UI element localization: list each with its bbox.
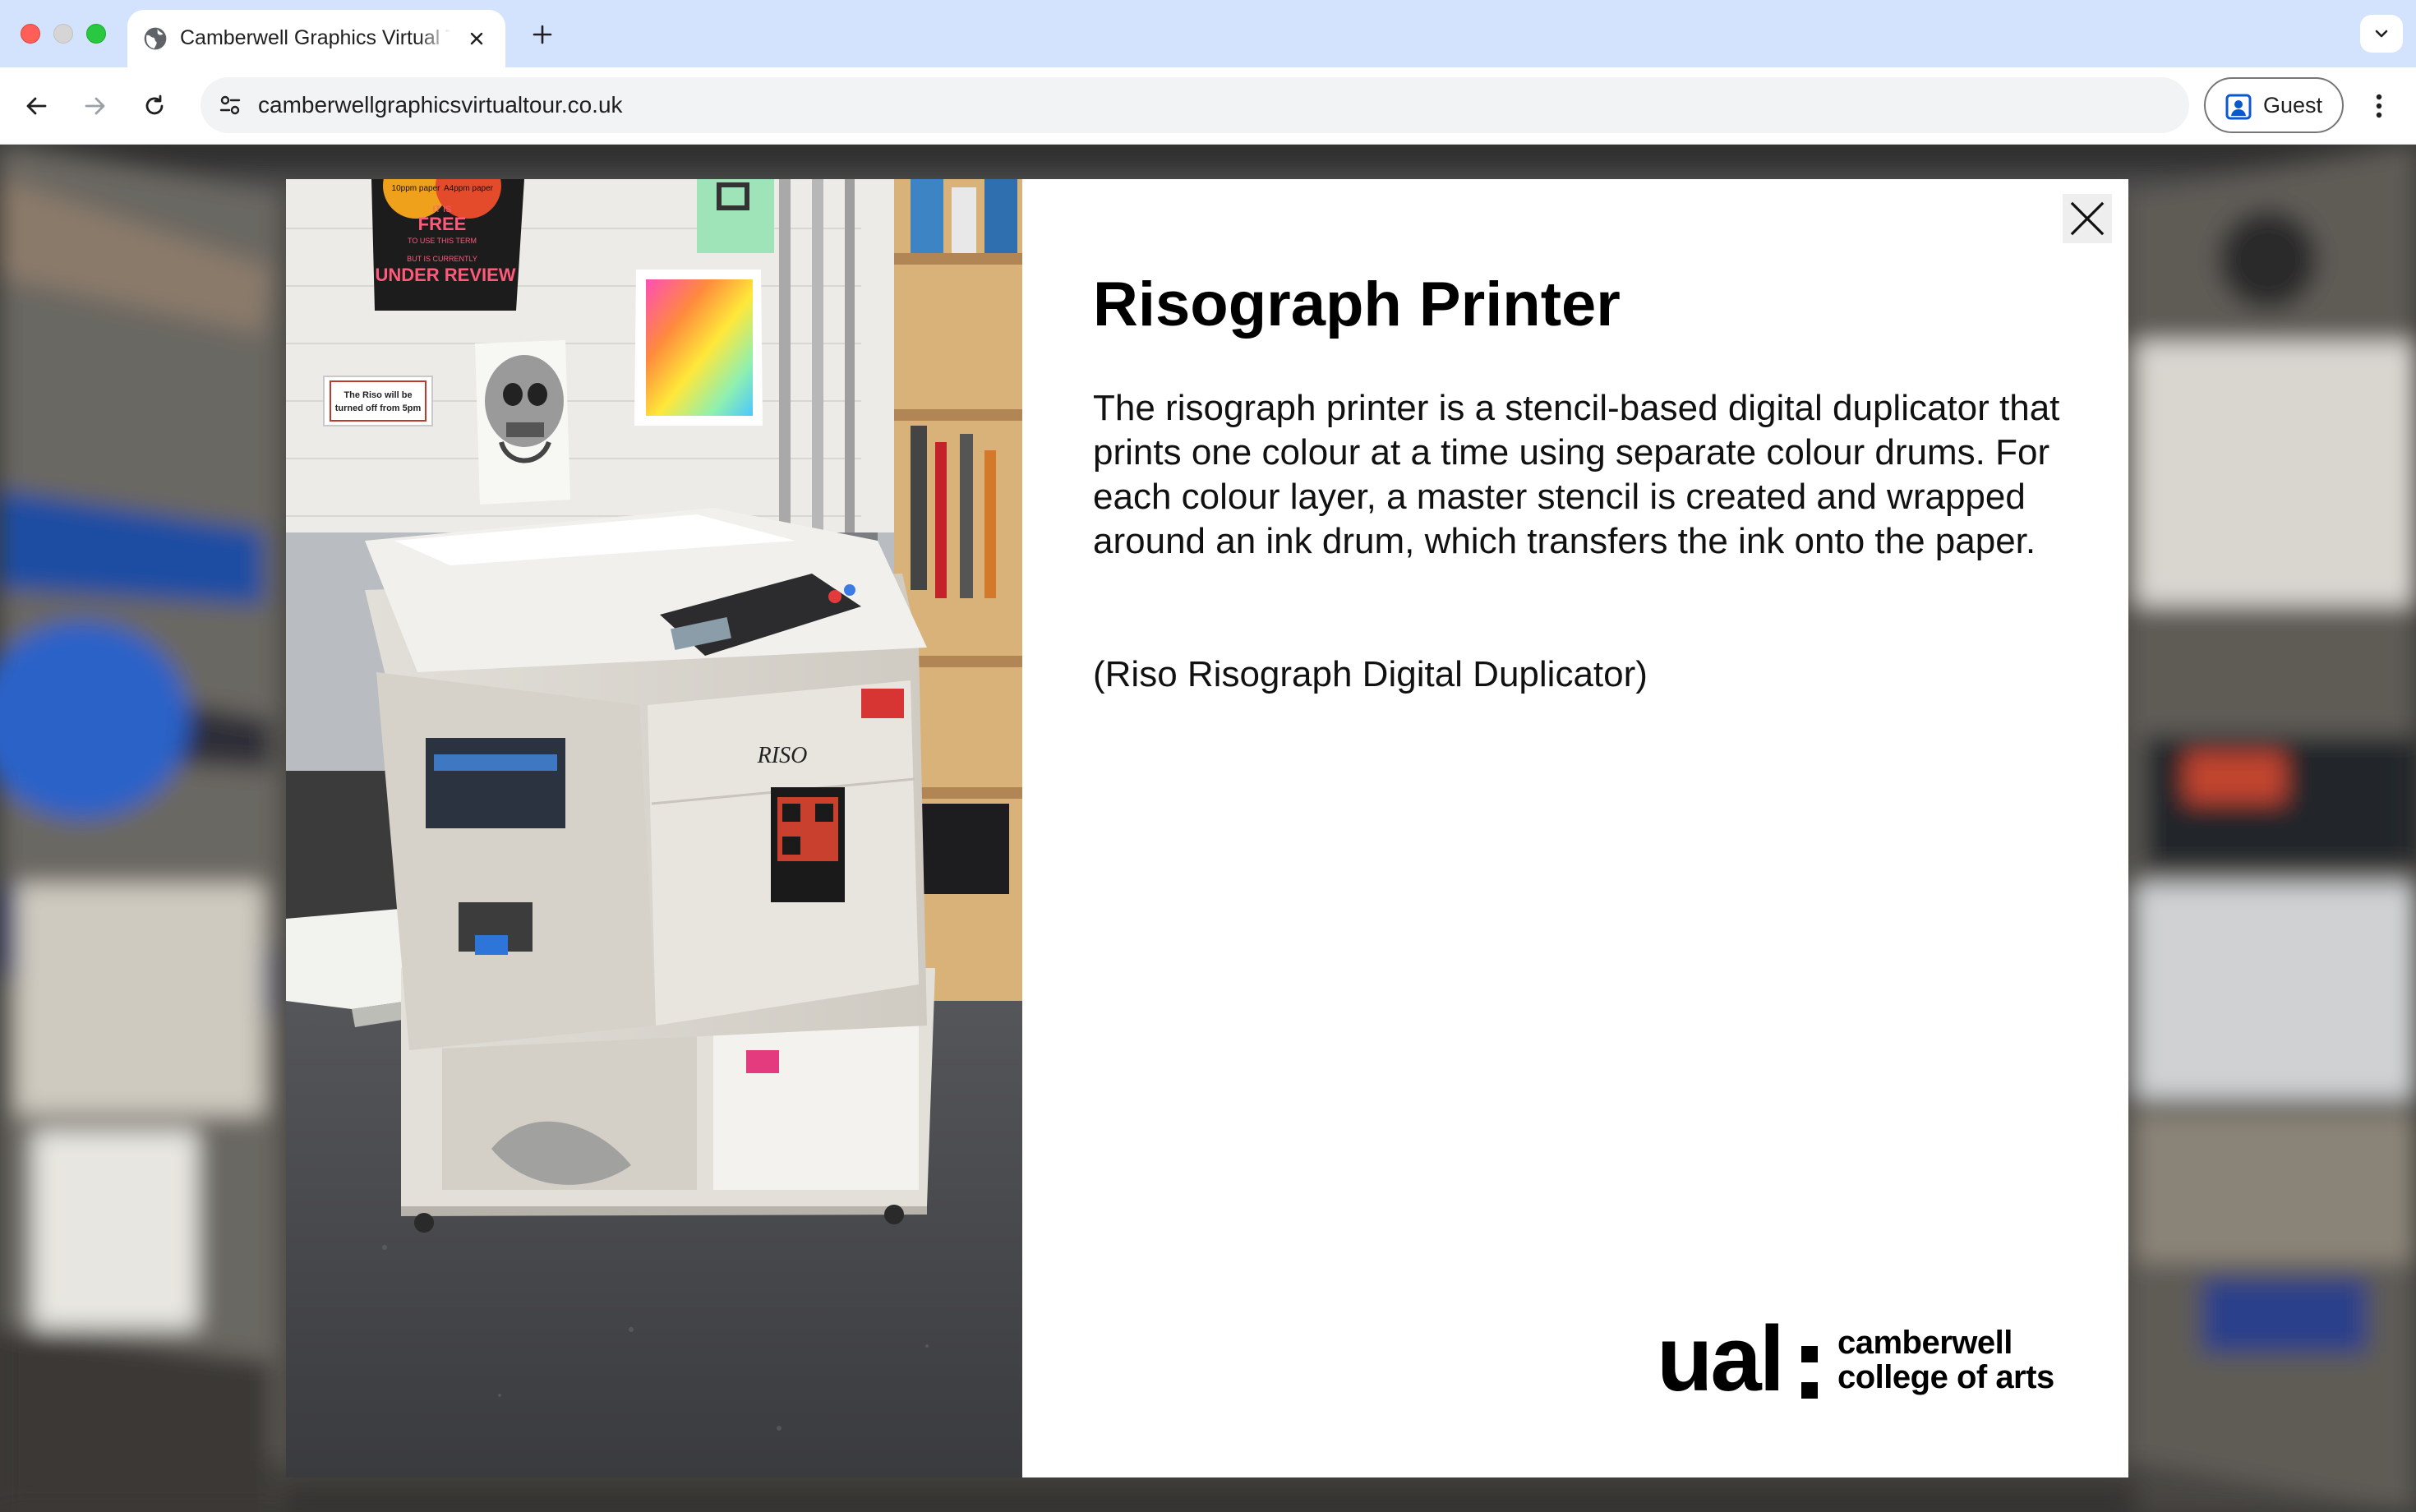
plus-icon bbox=[533, 25, 552, 44]
logo-line-2: college of arts bbox=[1837, 1359, 2054, 1395]
close-modal-button[interactable] bbox=[2063, 194, 2112, 243]
browser-menu-button[interactable] bbox=[2360, 87, 2398, 125]
tab-strip: Camberwell Graphics Virtual Tour bbox=[0, 0, 2416, 67]
poster-text: BUT IS CURRENTLY bbox=[407, 255, 477, 263]
kebab-menu-icon bbox=[2376, 94, 2382, 118]
arrow-right-icon bbox=[85, 97, 105, 115]
sign-text: turned off from 5pm bbox=[335, 403, 422, 413]
logo-line-1: camberwell bbox=[1837, 1325, 2013, 1361]
profile-button[interactable]: Guest bbox=[2204, 77, 2344, 133]
info-modal: 10ppm paper A4ppm paper IT IS FREE TO US… bbox=[286, 179, 2128, 1477]
poster-text: UNDER REVIEW bbox=[375, 265, 515, 285]
browser-toolbar: camberwellgraphicsvirtualtour.co.uk Gues… bbox=[0, 67, 2416, 145]
chevron-down-icon bbox=[2375, 30, 2388, 38]
address-bar[interactable]: camberwellgraphicsvirtualtour.co.uk bbox=[201, 77, 2189, 133]
new-tab-button[interactable] bbox=[526, 18, 559, 51]
reload-icon bbox=[145, 94, 164, 115]
window-close-button[interactable] bbox=[21, 24, 40, 44]
person-icon bbox=[2225, 94, 2252, 120]
forward-button[interactable] bbox=[75, 85, 116, 127]
window-maximize-button[interactable] bbox=[86, 24, 106, 44]
modal-title: Risograph Printer bbox=[1093, 270, 1621, 339]
poster-text: A4ppm paper bbox=[444, 184, 494, 193]
window-minimize-button[interactable] bbox=[53, 24, 73, 44]
tab-search-button[interactable] bbox=[2360, 15, 2403, 53]
modal-model-name: (Riso Risograph Digital Duplicator) bbox=[1093, 654, 1648, 694]
sign-text: The Riso will be bbox=[343, 390, 412, 400]
ual-camberwell-logo: ual camberwell college of arts bbox=[1657, 1313, 2084, 1415]
back-button[interactable] bbox=[16, 85, 57, 127]
logo-colon bbox=[1801, 1339, 1821, 1399]
poster-text: FREE bbox=[418, 214, 467, 234]
url-text: camberwellgraphicsvirtualtour.co.uk bbox=[258, 92, 623, 118]
virtual-tour-page: 10ppm paper A4ppm paper IT IS FREE TO US… bbox=[0, 145, 2416, 1512]
poster-text: 10ppm paper bbox=[392, 184, 441, 193]
close-icon bbox=[2070, 201, 2105, 236]
arrow-left-icon bbox=[26, 97, 47, 115]
logo-mark: ual bbox=[1657, 1307, 1785, 1410]
profile-label: Guest bbox=[2263, 93, 2323, 118]
tab-close-icon[interactable] bbox=[463, 25, 491, 53]
reload-button[interactable] bbox=[134, 85, 175, 127]
site-settings-icon[interactable] bbox=[210, 85, 250, 125]
tab-title: Camberwell Graphics Virtual Tour bbox=[180, 26, 451, 49]
globe-icon bbox=[144, 27, 167, 50]
risograph-photo: 10ppm paper A4ppm paper IT IS FREE TO US… bbox=[286, 179, 1022, 1477]
poster-text: TO USE THIS TERM bbox=[408, 237, 477, 245]
browser-tab-active[interactable]: Camberwell Graphics Virtual Tour bbox=[127, 10, 505, 67]
printer-brand-label: RISO bbox=[757, 743, 808, 768]
modal-description: The risograph printer is a stencil-based… bbox=[1093, 388, 2060, 561]
